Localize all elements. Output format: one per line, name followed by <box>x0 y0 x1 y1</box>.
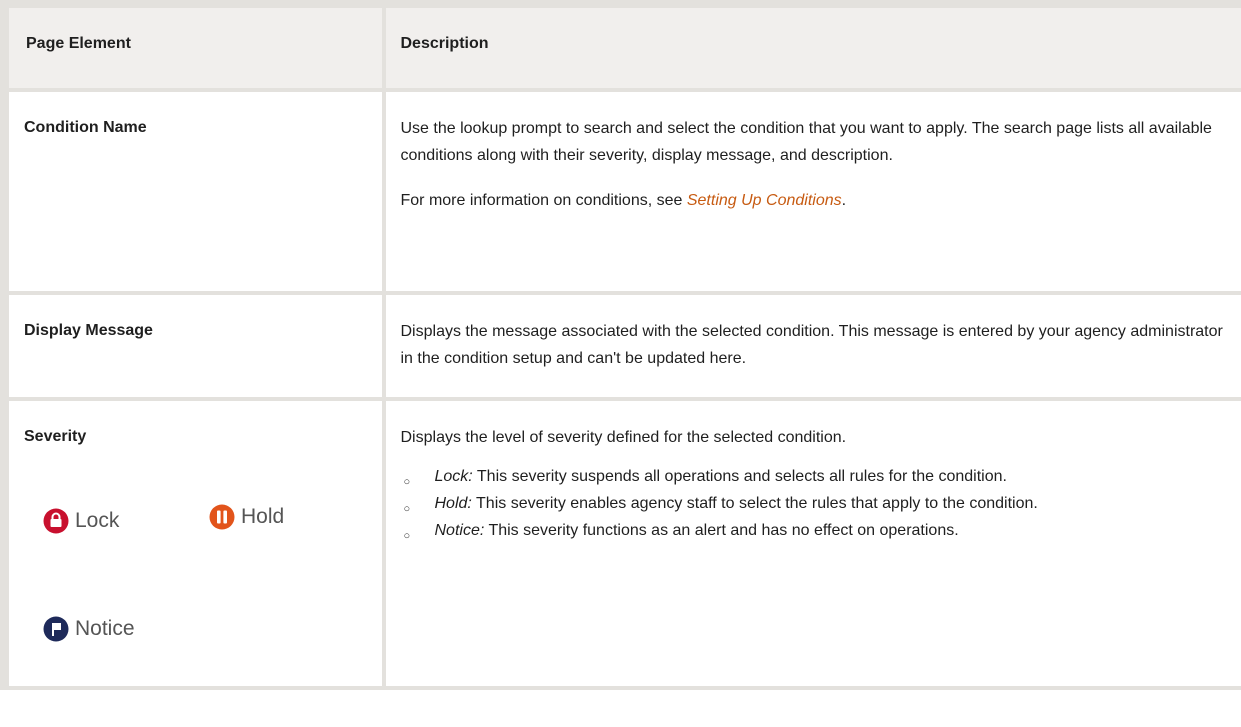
severity-list: ○ Lock: This severity suspends all operat… <box>401 467 1226 542</box>
table-row: Condition Name Use the lookup prompt to … <box>0 88 1241 295</box>
table-header-row: Page Element Description <box>0 0 1241 92</box>
element-name: Condition Name <box>24 119 147 136</box>
severity-label: Notice <box>75 617 135 640</box>
element-cell: Severity Lock Hold Notice <box>0 397 386 690</box>
bullet-icon: ○ <box>403 530 411 542</box>
bullet-icon: ○ <box>403 503 411 515</box>
page-element-table: Page Element Description Condition Name … <box>0 0 1241 690</box>
column-header-description: Description <box>381 0 1241 92</box>
more-info-suffix: . <box>841 192 847 209</box>
severity-label: Lock <box>75 509 120 532</box>
severity-icons: Lock Hold Notice <box>9 446 382 686</box>
list-item: ○ Hold: This severity enables agency staf… <box>401 494 1226 515</box>
description-text: Displays the level of severity defined f… <box>400 429 847 446</box>
severity-label: Hold <box>241 505 285 528</box>
element-cell: Condition Name <box>0 88 386 295</box>
element-name: Display Message <box>24 322 153 339</box>
description-cell: Use the lookup prompt to search and sele… <box>381 88 1241 295</box>
description-text: Use the lookup prompt to search and sele… <box>400 120 1212 164</box>
description-cell: Displays the level of severity defined f… <box>381 397 1241 690</box>
more-info-prefix: For more information on conditions, see <box>400 192 687 209</box>
element-name: Severity <box>24 428 87 445</box>
header-label: Description <box>400 35 489 52</box>
severity-hold: Hold <box>209 504 284 530</box>
notice-flag-icon <box>43 616 69 642</box>
severity-term: Hold: <box>434 495 472 512</box>
more-info-text: For more information on conditions, see … <box>401 187 1226 214</box>
hold-pause-icon <box>209 504 235 530</box>
element-cell: Display Message <box>0 291 386 401</box>
severity-notice: Notice <box>43 616 135 642</box>
bullet-icon: ○ <box>403 476 411 488</box>
severity-text: This severity suspends all operations an… <box>472 468 1007 485</box>
severity-text: This severity enables agency staff to se… <box>471 495 1038 512</box>
severity-text: This severity functions as an alert and … <box>484 522 959 539</box>
table-row: Display Message Displays the message ass… <box>0 291 1241 401</box>
severity-term: Notice: <box>434 522 485 539</box>
description-text: Displays the message associated with the… <box>400 323 1223 367</box>
column-header-page-element: Page Element <box>0 0 386 92</box>
header-label: Page Element <box>26 35 131 52</box>
list-item: ○ Notice: This severity functions as an a… <box>401 521 1226 542</box>
description-cell: Displays the message associated with the… <box>381 291 1241 401</box>
list-item: ○ Lock: This severity suspends all operat… <box>401 467 1226 488</box>
severity-lock: Lock <box>43 508 119 534</box>
severity-term: Lock: <box>434 468 473 485</box>
lock-icon <box>43 508 69 534</box>
table-row: Severity Lock Hold Notice Displays the l… <box>0 397 1241 690</box>
setting-up-conditions-link[interactable]: Setting Up Conditions <box>687 192 842 209</box>
